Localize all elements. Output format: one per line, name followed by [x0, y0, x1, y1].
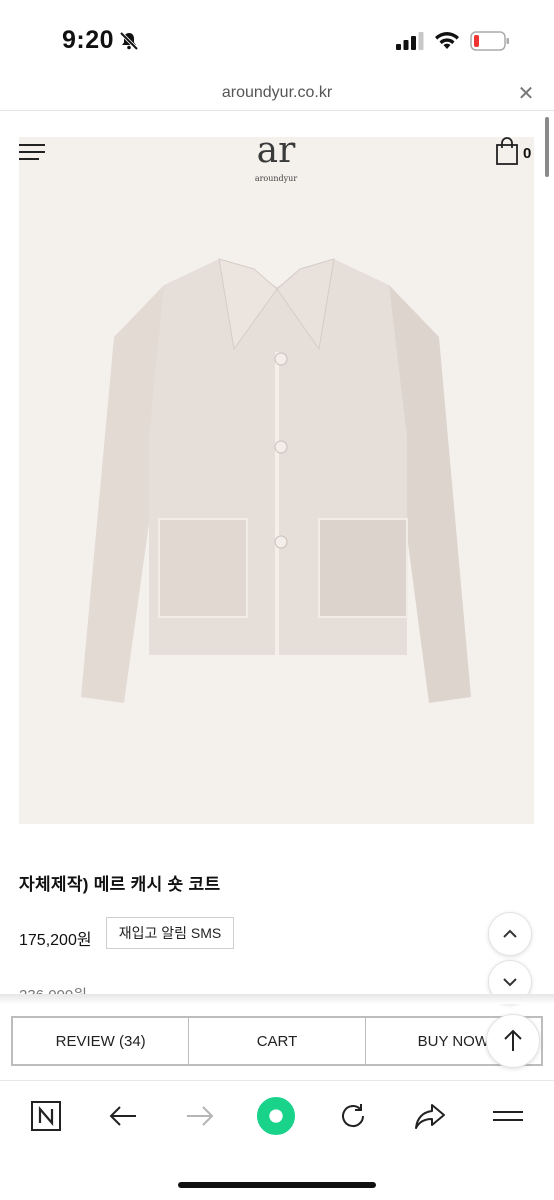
arrow-left-icon — [109, 1106, 136, 1126]
silent-bell-icon — [119, 31, 139, 51]
browser-menu-button[interactable] — [488, 1096, 528, 1136]
refresh-button[interactable] — [333, 1096, 373, 1136]
url-divider — [0, 110, 554, 111]
hamburger-menu-icon[interactable] — [19, 142, 47, 162]
action-bar-shadow — [0, 994, 554, 1004]
refresh-icon — [342, 1104, 365, 1128]
product-title: 자체제작) 메르 캐시 숏 코트 — [19, 875, 221, 894]
shopping-bag-icon[interactable] — [496, 137, 518, 165]
url-bar[interactable]: aroundyur.co.kr — [0, 84, 554, 102]
green-dot-button[interactable] — [256, 1096, 296, 1136]
arrow-right-icon — [187, 1106, 214, 1126]
page-scrollbar[interactable] — [545, 117, 549, 177]
close-icon[interactable]: ✕ — [516, 84, 536, 104]
site-logo[interactable]: ar aroundyur — [246, 130, 306, 190]
sale-price: 175,200원 — [19, 932, 92, 949]
share-button[interactable] — [410, 1096, 450, 1136]
logo-text: aroundyur — [254, 174, 298, 183]
cellular-signal-icon — [396, 32, 424, 50]
logo-mark: ar — [256, 130, 296, 171]
product-action-bar: REVIEW (34) CART BUY NOW — [11, 1016, 543, 1066]
scroll-up-button[interactable] — [488, 912, 532, 956]
naver-home-button[interactable] — [26, 1096, 66, 1136]
arrow-up-icon — [504, 1029, 522, 1051]
wifi-icon — [435, 32, 459, 49]
product-image — [19, 137, 534, 824]
back-button[interactable] — [103, 1096, 143, 1136]
naver-n-icon — [31, 1101, 61, 1131]
cart-count: 0 — [523, 145, 532, 162]
home-indicator — [178, 1182, 376, 1188]
toolbar-divider — [0, 1080, 554, 1081]
cart-button[interactable]: CART — [189, 1018, 366, 1064]
review-button[interactable]: REVIEW (34) — [13, 1018, 190, 1064]
share-arrow-icon — [415, 1104, 445, 1129]
menu-lines-icon — [493, 1111, 523, 1121]
restock-sms-button[interactable]: 재입고 알림 SMS — [106, 917, 234, 949]
chevron-down-icon — [503, 978, 517, 987]
green-dot-icon — [256, 1096, 296, 1136]
back-to-top-button[interactable] — [486, 1014, 540, 1068]
coat-illustration — [81, 258, 471, 703]
forward-button[interactable] — [180, 1096, 220, 1136]
status-time: 9:20 — [62, 26, 115, 54]
chevron-up-icon — [503, 929, 517, 938]
battery-icon — [470, 31, 509, 51]
